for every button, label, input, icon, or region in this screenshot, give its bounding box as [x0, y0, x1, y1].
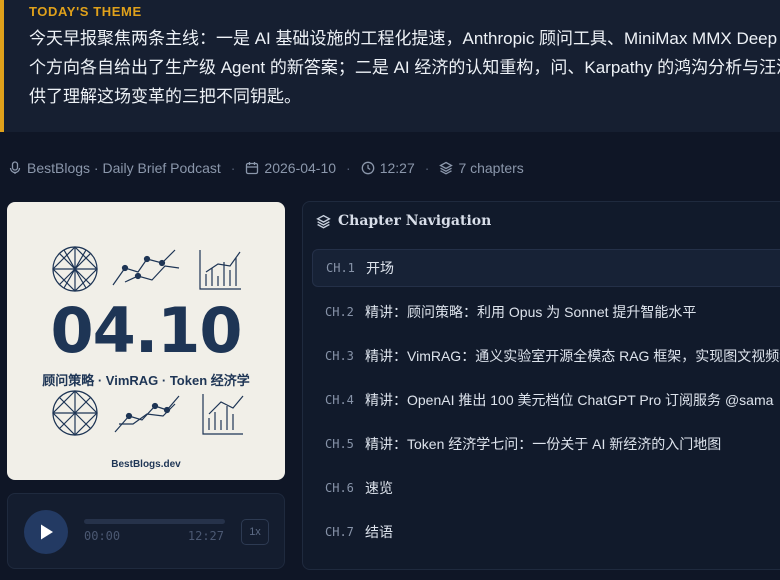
chapter-number: CH.5: [325, 437, 354, 451]
theme-banner: TODAY'S THEME 今天早报聚焦两条主线：一是 AI 基础设施的工程化提…: [0, 0, 780, 132]
chapter-title: 精讲：VimRAG：通义实验室开源全模态 RAG 框架，实现图文视频统: [365, 348, 780, 364]
line-graph-icon: [114, 395, 180, 433]
chapter-item[interactable]: CH.3 精讲：VimRAG：通义实验室开源全模态 RAG 框架，实现图文视频统: [312, 337, 780, 375]
line-graph-icon: [112, 249, 180, 286]
playback-speed-button[interactable]: 1x: [241, 519, 269, 545]
episode-meta: BestBlogs · Daily Brief Podcast · 2026-0…: [8, 158, 524, 178]
chapter-number: CH.2: [325, 305, 354, 319]
current-time: 00:00: [84, 529, 121, 543]
network-globe-icon: [52, 246, 98, 292]
podcast-source: BestBlogs · Daily Brief Podcast: [27, 160, 221, 176]
layers-icon: [316, 214, 331, 229]
chapter-list: CH.1 开场 CH.2 精讲：顾问策略：利用 Opus 为 Sonnet 提升…: [312, 249, 780, 557]
chapter-title: 精讲：OpenAI 推出 100 美元档位 ChatGPT Pro 订阅服务 @…: [365, 392, 774, 408]
chapter-number: CH.3: [325, 349, 354, 363]
chapter-count: 7 chapters: [458, 160, 524, 176]
chapter-title: 速览: [365, 480, 393, 496]
progress-bar[interactable]: [84, 519, 225, 524]
episode-cover: 04.10 顾问策略 · VimRAG · Token 经济学 BestBlog…: [7, 202, 285, 480]
chapter-title: 精讲：Token 经济学七问：一份关于 AI 新经济的入门地图: [365, 436, 722, 452]
chapter-nav-title: Chapter Navigation: [338, 213, 492, 229]
chapter-item[interactable]: CH.6 速览: [312, 469, 780, 507]
chapter-item[interactable]: CH.5 精讲：Token 经济学七问：一份关于 AI 新经济的入门地图: [312, 425, 780, 463]
chapter-number: CH.6: [325, 481, 354, 495]
chapter-item[interactable]: CH.1 开场: [312, 249, 780, 287]
audio-player: 00:00 12:27 1x: [7, 493, 285, 569]
cover-subtitle: 顾问策略 · VimRAG · Token 经济学: [42, 373, 250, 388]
chapter-item[interactable]: CH.2 精讲：顾问策略：利用 Opus 为 Sonnet 提升智能水平: [312, 293, 780, 331]
chapter-navigation: Chapter Navigation CH.1 开场 CH.2 精讲：顾问策略：…: [302, 201, 780, 570]
chapter-number: CH.4: [325, 393, 354, 407]
chapter-nav-header: Chapter Navigation: [316, 213, 491, 229]
meta-separator: ·: [230, 160, 236, 176]
clock-icon: [361, 161, 375, 175]
total-time: 12:27: [187, 529, 224, 543]
meta-separator: ·: [424, 160, 430, 176]
network-globe-icon: [52, 390, 98, 436]
chapter-title: 结语: [365, 524, 393, 540]
meta-separator: ·: [346, 160, 351, 176]
theme-label: TODAY'S THEME: [29, 4, 142, 19]
chapter-title: 开场: [366, 260, 394, 276]
chapter-item[interactable]: CH.7 结语: [312, 513, 780, 551]
circuit-chart-icon: [202, 394, 244, 435]
theme-text: 今天早报聚焦两条主线：一是 AI 基础设施的工程化提速，Anthropic 顾问…: [29, 29, 780, 106]
chapter-number: CH.7: [325, 525, 354, 539]
chapter-item[interactable]: CH.4 精讲：OpenAI 推出 100 美元档位 ChatGPT Pro 订…: [312, 381, 780, 419]
episode-date: 2026-04-10: [264, 160, 337, 176]
calendar-icon: [245, 161, 259, 175]
play-icon: [41, 524, 53, 540]
play-button[interactable]: [24, 510, 68, 554]
episode-duration: 12:27: [379, 160, 415, 176]
chapter-title: 精讲：顾问策略：利用 Opus 为 Sonnet 提升智能水平: [365, 304, 697, 320]
cover-site: BestBlogs.dev: [111, 459, 181, 470]
chapter-number: CH.1: [326, 261, 355, 275]
microphone-icon: [8, 161, 22, 175]
cover-date: 04.10: [50, 294, 242, 367]
circuit-chart-icon: [199, 250, 241, 290]
layers-icon: [439, 161, 454, 175]
